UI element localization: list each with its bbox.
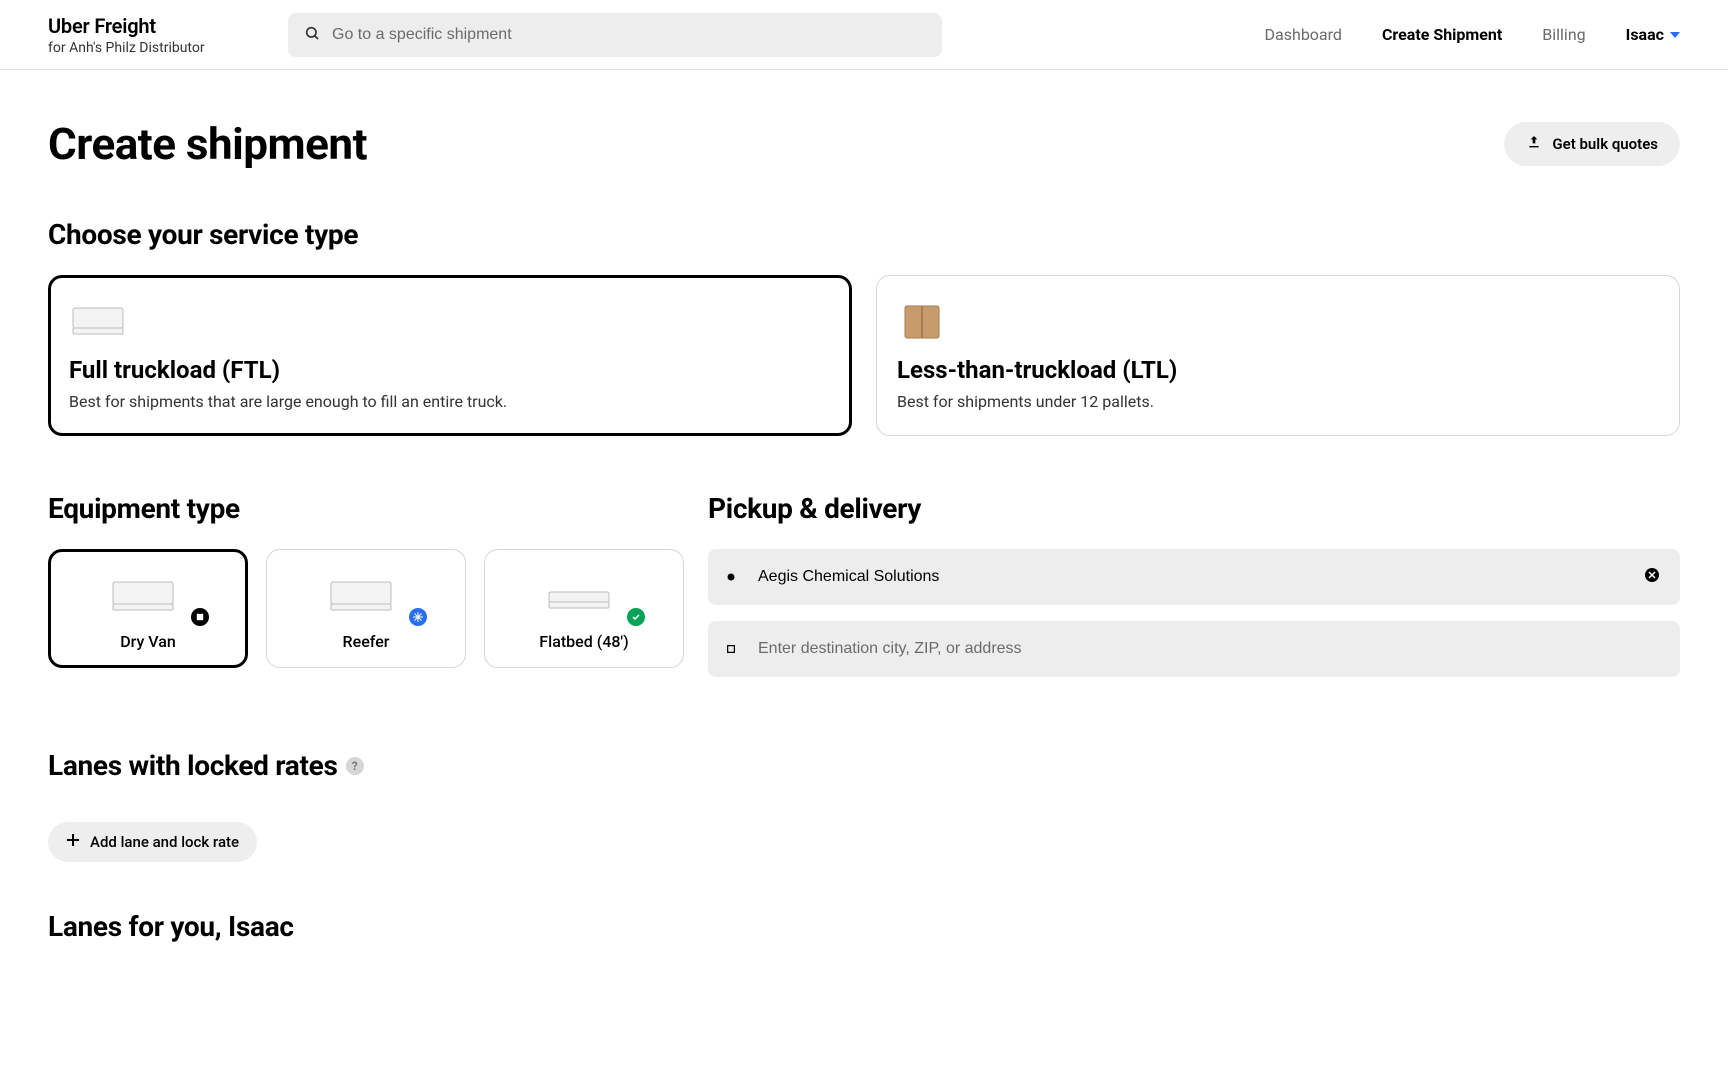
- reefer-label: Reefer: [277, 632, 455, 651]
- locked-lanes-heading-row: Lanes with locked rates ?: [48, 749, 1680, 782]
- upload-icon: [1526, 134, 1542, 154]
- plus-icon: [66, 833, 80, 851]
- get-bulk-quotes-button[interactable]: Get bulk quotes: [1504, 122, 1680, 166]
- nav-dashboard[interactable]: Dashboard: [1265, 25, 1342, 44]
- caret-down-icon: [1670, 32, 1680, 38]
- destination-square-icon: [724, 645, 738, 653]
- origin-input[interactable]: [758, 568, 1640, 586]
- ftl-title: Full truckload (FTL): [69, 356, 831, 384]
- search-icon: [304, 25, 320, 45]
- service-card-ftl[interactable]: Full truckload (FTL) Best for shipments …: [48, 275, 852, 436]
- nav-billing[interactable]: Billing: [1542, 25, 1585, 44]
- dry-van-label: Dry Van: [59, 632, 237, 651]
- nav-create-shipment[interactable]: Create Shipment: [1382, 25, 1502, 44]
- user-name: Isaac: [1626, 25, 1664, 44]
- main-content: Create shipment Get bulk quotes Choose y…: [0, 70, 1728, 1023]
- snowflake-badge-icon: [409, 608, 427, 626]
- box-illustration-icon: [897, 296, 1659, 348]
- add-lane-button[interactable]: Add lane and lock rate: [48, 822, 257, 862]
- equipment-card-flatbed[interactable]: Flatbed (48'): [484, 549, 684, 668]
- service-type-heading: Choose your service type: [48, 218, 1680, 251]
- flatbed-label: Flatbed (48'): [495, 632, 673, 651]
- origin-dot-icon: [724, 573, 738, 581]
- brand-company: Anh's Philz Distributor: [69, 40, 205, 56]
- equipment-column: Equipment type Dry Van: [48, 492, 684, 693]
- help-icon[interactable]: ?: [346, 757, 364, 775]
- top-nav: Dashboard Create Shipment Billing Isaac: [1265, 25, 1680, 44]
- dry-van-icon: [59, 568, 237, 624]
- brand-subtitle: for Anh's Philz Distributor: [48, 40, 248, 56]
- bulk-button-label: Get bulk quotes: [1552, 135, 1658, 153]
- locked-lanes-heading: Lanes with locked rates: [48, 749, 338, 782]
- destination-input[interactable]: [758, 640, 1664, 658]
- service-card-ltl[interactable]: Less-than-truckload (LTL) Best for shipm…: [876, 275, 1680, 436]
- add-lane-label: Add lane and lock rate: [90, 833, 239, 851]
- flatbed-icon: [495, 568, 673, 624]
- equipment-pickup-row: Equipment type Dry Van: [48, 492, 1680, 693]
- truck-illustration-icon: [69, 296, 831, 348]
- clear-origin-button[interactable]: [1640, 563, 1664, 591]
- search-container: [288, 13, 942, 57]
- flatbed-badge-icon: [627, 608, 645, 626]
- brand-title: Uber Freight: [48, 14, 248, 38]
- lanes-for-you-heading: Lanes for you, Isaac: [48, 910, 1680, 943]
- user-menu[interactable]: Isaac: [1626, 25, 1680, 44]
- ltl-title: Less-than-truckload (LTL): [897, 356, 1659, 384]
- pickup-column: Pickup & delivery: [708, 492, 1680, 693]
- page-title: Create shipment: [48, 118, 367, 170]
- ltl-desc: Best for shipments under 12 pallets.: [897, 392, 1659, 411]
- dry-van-badge-icon: [191, 608, 209, 626]
- equipment-card-dry-van[interactable]: Dry Van: [48, 549, 248, 668]
- equipment-cards: Dry Van Reefer: [48, 549, 684, 668]
- ftl-desc: Best for shipments that are large enough…: [69, 392, 831, 411]
- pickup-heading: Pickup & delivery: [708, 492, 1680, 525]
- brand-for-prefix: for: [48, 40, 69, 56]
- equipment-heading: Equipment type: [48, 492, 684, 525]
- title-row: Create shipment Get bulk quotes: [48, 118, 1680, 170]
- destination-field[interactable]: [708, 621, 1680, 677]
- origin-field[interactable]: [708, 549, 1680, 605]
- app-header: Uber Freight for Anh's Philz Distributor…: [0, 0, 1728, 70]
- service-type-cards: Full truckload (FTL) Best for shipments …: [48, 275, 1680, 436]
- equipment-card-reefer[interactable]: Reefer: [266, 549, 466, 668]
- brand-block: Uber Freight for Anh's Philz Distributor: [48, 14, 248, 56]
- reefer-icon: [277, 568, 455, 624]
- search-input[interactable]: [288, 13, 942, 57]
